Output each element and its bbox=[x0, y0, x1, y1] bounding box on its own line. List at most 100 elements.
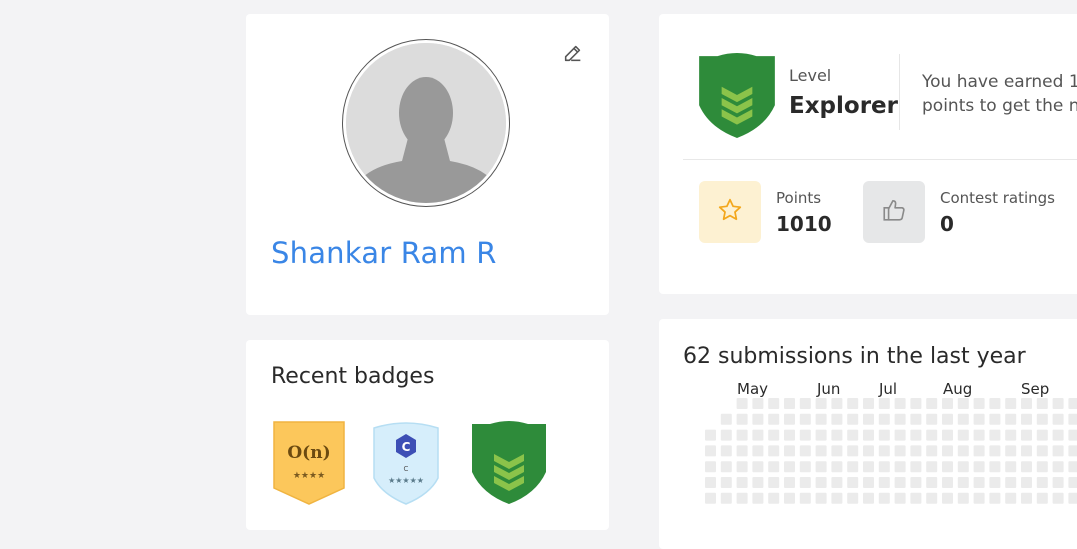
star-icon bbox=[717, 197, 743, 227]
heatmap-cell bbox=[863, 398, 874, 409]
heatmap-cell bbox=[784, 492, 795, 504]
heatmap-cell bbox=[1036, 413, 1048, 425]
level-card: Level Explorer You have earned 10 points… bbox=[659, 14, 1077, 294]
heatmap-cell bbox=[1052, 445, 1064, 457]
heatmap-cell bbox=[989, 413, 1001, 425]
heatmap-cell bbox=[973, 413, 985, 425]
heatmap-cell bbox=[720, 461, 732, 473]
heatmap-cell bbox=[1068, 445, 1077, 457]
heatmap-cell bbox=[894, 429, 906, 441]
heatmap-cell bbox=[878, 413, 890, 425]
heatmap-cell bbox=[878, 429, 890, 441]
c-language-badge[interactable]: C C ★★★★★ bbox=[370, 420, 442, 510]
heatmap-cell bbox=[752, 461, 764, 473]
explorer-shield-icon bbox=[697, 52, 777, 144]
heatmap-cell bbox=[799, 413, 811, 425]
heatmap-cell bbox=[720, 477, 732, 488]
heatmap-cell bbox=[894, 445, 906, 457]
heatmap-cell bbox=[878, 398, 890, 409]
heatmap-cell bbox=[705, 445, 716, 457]
heatmap-cell bbox=[878, 477, 890, 488]
points-icon-box bbox=[699, 181, 761, 243]
heatmap-cell bbox=[720, 413, 732, 425]
heatmap-cell bbox=[831, 413, 843, 425]
c-badge-caption: C bbox=[404, 465, 409, 473]
heatmap-cell bbox=[847, 413, 859, 425]
heatmap-cell bbox=[815, 445, 827, 457]
heatmap-cell bbox=[1021, 461, 1032, 473]
heatmap-cell bbox=[1005, 445, 1017, 457]
heatmap-cell bbox=[736, 477, 748, 488]
heatmap-cell bbox=[768, 492, 780, 504]
heatmap-cell bbox=[799, 477, 811, 488]
heatmap-cell bbox=[926, 477, 938, 488]
heatmap-cell bbox=[768, 445, 780, 457]
badges-card: Recent badges O(n) ★★★★ C C ★★★★★ bbox=[246, 340, 609, 530]
heatmap-cell bbox=[752, 477, 764, 488]
heatmap-cell bbox=[863, 445, 874, 457]
heatmap-cell bbox=[910, 413, 922, 425]
profile-name[interactable]: Shankar Ram R bbox=[271, 236, 497, 270]
heatmap-cell bbox=[784, 445, 795, 457]
heatmap-cell bbox=[799, 398, 811, 409]
earned-line-1: You have earned 10 bbox=[922, 72, 1077, 92]
complexity-badge-stars: ★★★★ bbox=[293, 471, 325, 481]
heatmap-cell bbox=[1036, 461, 1048, 473]
heatmap-cell bbox=[926, 492, 938, 504]
level-label: Level bbox=[789, 66, 832, 85]
heatmap-cell bbox=[768, 398, 780, 409]
heatmap-cell bbox=[784, 413, 795, 425]
level-badge[interactable] bbox=[470, 420, 548, 510]
heatmap-cell bbox=[863, 429, 874, 441]
complexity-badge[interactable]: O(n) ★★★★ bbox=[271, 420, 347, 510]
heatmap-cell bbox=[957, 413, 969, 425]
heatmap-cell bbox=[847, 445, 859, 457]
heatmap-cell bbox=[736, 461, 748, 473]
heatmap-cell bbox=[894, 492, 906, 504]
edit-icon[interactable] bbox=[562, 42, 584, 64]
heatmap-cell bbox=[1021, 413, 1032, 425]
month-label: May bbox=[737, 380, 769, 398]
rating-icon-box bbox=[863, 181, 925, 243]
heatmap-cell bbox=[815, 461, 827, 473]
heatmap-cell bbox=[720, 492, 732, 504]
heatmap-cell bbox=[863, 492, 874, 504]
month-label: Aug bbox=[943, 380, 973, 398]
heatmap-cell bbox=[847, 477, 859, 488]
heatmap-cell bbox=[942, 477, 953, 488]
c-badge-letter: C bbox=[402, 440, 411, 454]
badges-title: Recent badges bbox=[271, 364, 435, 389]
heatmap-cell bbox=[1068, 413, 1077, 425]
heatmap-cell bbox=[989, 492, 1001, 504]
heatmap-cell bbox=[957, 492, 969, 504]
heatmap-cell bbox=[847, 429, 859, 441]
heatmap-cell bbox=[1068, 477, 1077, 488]
heatmap-cell bbox=[989, 429, 1001, 441]
heatmap-cell bbox=[1021, 445, 1032, 457]
month-label: Jul bbox=[879, 380, 898, 398]
heatmap-cell bbox=[910, 445, 922, 457]
heatmap-cell bbox=[1052, 398, 1064, 409]
heatmap-cell bbox=[736, 398, 748, 409]
avatar bbox=[342, 39, 510, 207]
heatmap-cell bbox=[926, 445, 938, 457]
heatmap-cell bbox=[784, 461, 795, 473]
heatmap-cell bbox=[1021, 477, 1032, 488]
heatmap-cell bbox=[957, 477, 969, 488]
heatmap-cell bbox=[1036, 398, 1048, 409]
heatmap-cell bbox=[847, 398, 859, 409]
heatmap-cell bbox=[989, 398, 1001, 409]
heatmap-cell bbox=[957, 461, 969, 473]
earned-line-2: points to get the ne bbox=[922, 96, 1077, 116]
level-value: Explorer bbox=[789, 93, 898, 119]
profile-card: Shankar Ram R bbox=[246, 14, 609, 315]
heatmap-cell bbox=[1036, 445, 1048, 457]
heatmap-cell bbox=[1052, 492, 1064, 504]
heatmap-cell bbox=[815, 398, 827, 409]
heatmap-cell bbox=[894, 398, 906, 409]
heatmap-cell bbox=[942, 429, 953, 441]
heatmap-cell bbox=[1005, 398, 1017, 409]
heatmap-cell bbox=[957, 445, 969, 457]
heatmap-cell bbox=[1021, 429, 1032, 441]
heatmap-cell bbox=[768, 461, 780, 473]
